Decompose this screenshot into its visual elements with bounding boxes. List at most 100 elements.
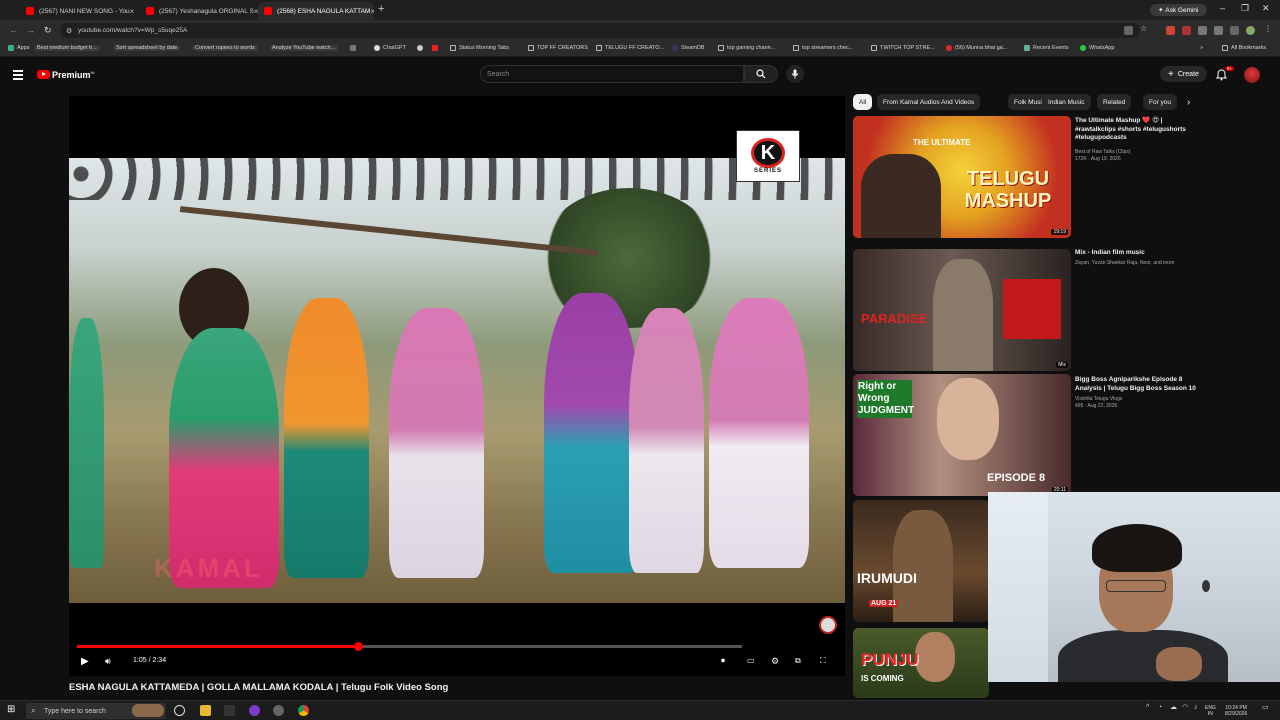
browser-tab-active[interactable]: (2568) ESHA NAGULA KATTAM × [258, 2, 374, 20]
video-frame[interactable]: KAMAL [69, 158, 845, 603]
bookmark-item[interactable]: SteamDB [672, 45, 705, 51]
miniplayer-icon[interactable]: ⧉ [795, 656, 801, 666]
back-icon[interactable]: ← [9, 25, 18, 35]
bookmark-folder[interactable]: top gaming chann... [718, 45, 775, 51]
bookmark-folder[interactable]: Status Morning Tabs [450, 45, 509, 51]
tray-chevron-icon[interactable]: ^ [1146, 704, 1149, 711]
chip-channel[interactable]: From Kamal Audios And Videos [877, 94, 981, 110]
seek-handle[interactable] [354, 642, 364, 651]
fullscreen-icon[interactable]: ⛶ [820, 656, 826, 666]
video-player[interactable]: KAMAL K SERIES ▶ 🔊︎ 1:05 / 2:34 ⏺ ▭ ⚙ ⧉ … [69, 96, 845, 676]
seek-bar[interactable] [77, 642, 742, 651]
new-tab-icon[interactable]: + [378, 3, 384, 15]
wifi-icon[interactable]: ◠ [1182, 704, 1188, 711]
network-icon[interactable]: ◔ [1158, 704, 1162, 711]
recommendation-thumbnail[interactable]: IRUMUDI AUG 21 [853, 500, 989, 622]
file-explorer-icon[interactable] [200, 705, 211, 716]
bookmark-folder[interactable]: TOP FF CREATORS [528, 45, 588, 51]
extension-icon[interactable] [1182, 26, 1191, 35]
hamburger-menu-icon[interactable] [13, 70, 23, 82]
bookmark-star-icon[interactable]: ☆ [1140, 24, 1149, 33]
bookmark-item[interactable]: Recent Events [1024, 45, 1069, 51]
task-view-icon[interactable] [174, 705, 185, 716]
ask-gemini-button[interactable]: ✦ Ask Gemini [1150, 4, 1207, 16]
recommendation-thumbnail[interactable]: THE ULTIMATE TELUGU MASHUP 19:19 [853, 116, 1071, 238]
recommendation-title[interactable]: Bigg Boss Agniparikshe Episode 8 Analysi… [1075, 376, 1203, 393]
bookmark-folder[interactable]: TELUGU FF CREATO... [596, 45, 664, 51]
profile-avatar-icon[interactable] [1246, 26, 1255, 35]
bookmark-item[interactable]: Convert rupees to words [192, 45, 258, 51]
onedrive-icon[interactable]: ☁ [1170, 704, 1177, 711]
recommendation-thumbnail[interactable]: PUNJU IS COMING [853, 628, 989, 698]
app-icon[interactable] [249, 705, 260, 716]
autoplay-toggle-icon[interactable]: ⏺ [721, 656, 725, 666]
search-input[interactable]: Search [480, 65, 744, 83]
clock[interactable]: 10:24 PM 8/29/2026 [1225, 705, 1247, 717]
bookmark-item[interactable]: WhatsApp [1080, 45, 1114, 51]
sidebar-icon[interactable] [1230, 26, 1239, 35]
recommendation-title[interactable]: The Ultimate Mashup ❤️ 😍 | #rawtalkclips… [1075, 117, 1203, 143]
cast-icon[interactable] [1124, 26, 1133, 35]
bookmark-item[interactable]: ChatGPT [374, 45, 406, 51]
more-menu-icon[interactable]: ⋮ [1264, 24, 1273, 33]
bookmark-folder[interactable]: TWITCH TOP STRE... [871, 45, 935, 51]
extensions-puzzle-icon[interactable] [1214, 26, 1223, 35]
notification-center-icon[interactable]: ▭ [1262, 704, 1269, 711]
address-bar[interactable]: ⚙ youtube.com/watch?v=Wp_s5uqe25A [60, 23, 1140, 38]
search-button[interactable] [744, 65, 778, 83]
chip-indian-music[interactable]: Indian Music [1042, 94, 1091, 110]
recommendation-title[interactable]: Mix - Indian film music [1075, 249, 1203, 258]
browser-tab[interactable]: (2567) NANI NEW SONG - You × [20, 2, 140, 20]
minimize-icon[interactable]: – [1220, 3, 1225, 13]
recommendation-thumbnail[interactable]: PARADISE Mix [853, 249, 1071, 371]
bookmarks-overflow-icon[interactable]: » [1200, 45, 1203, 51]
close-icon[interactable]: × [370, 7, 374, 16]
reload-icon[interactable]: ↻ [44, 25, 52, 36]
bookmark-item[interactable]: Sort spreadsheet by date [113, 45, 181, 51]
extension-icon[interactable] [1198, 26, 1207, 35]
channel-name[interactable]: Best of Raw Talks (Clips) [1075, 149, 1203, 156]
bookmark-item[interactable]: (56) Munna bhai ga... [946, 45, 1007, 51]
chrome-icon[interactable] [298, 705, 309, 716]
close-window-icon[interactable]: ✕ [1262, 3, 1270, 14]
restore-icon[interactable]: ❐ [1241, 3, 1249, 14]
bookmark-label: Apps [17, 45, 30, 51]
bookmark-icon-only[interactable] [417, 45, 426, 51]
settings-icon[interactable] [273, 705, 284, 716]
bookmark-apps[interactable]: Apps [8, 45, 30, 51]
settings-gear-icon[interactable]: ⚙ [771, 656, 779, 667]
site-info-icon[interactable]: ⚙ [66, 27, 72, 35]
recommendation-thumbnail[interactable]: Right or Wrong JUDGMENT EPISODE 8 20:11 [853, 374, 1071, 496]
account-avatar[interactable] [1244, 67, 1260, 83]
bookmark-item[interactable]: Best medium budget tr... [34, 45, 100, 51]
play-icon[interactable]: ▶ [81, 656, 89, 667]
weather-widget-icon[interactable] [132, 704, 164, 717]
chip-for-you[interactable]: For you [1143, 94, 1178, 110]
channel-name[interactable]: Zayan, Yuvan Shankar Raja, Noor, and mor… [1075, 260, 1203, 267]
bookmark-icon-only[interactable] [432, 45, 441, 51]
browser-tab[interactable]: (2567) Yeshanagula ORGINAL S × [140, 2, 258, 20]
windows-start-icon[interactable]: ⊞ [7, 704, 18, 715]
bookmark-grid-icon[interactable] [350, 45, 359, 51]
volume-icon[interactable]: 🔊︎ [105, 656, 111, 667]
chip-related[interactable]: Related [1097, 94, 1132, 110]
voice-search-button[interactable] [786, 65, 804, 83]
chip-all[interactable]: All [853, 94, 873, 110]
chevron-right-icon[interactable]: › [1181, 94, 1196, 110]
youtube-logo-icon[interactable] [37, 70, 50, 79]
youtube-premium-logo[interactable]: PremiumIN [52, 70, 95, 80]
create-button[interactable]: + Create [1160, 66, 1207, 82]
all-bookmarks-folder[interactable]: All Bookmarks [1222, 45, 1266, 51]
speaker-icon[interactable]: ♪ [1194, 704, 1198, 711]
bookmark-item[interactable]: Analyze YouTube watch... [269, 45, 339, 51]
channel-name[interactable]: Visishta Telugu Vlogs [1075, 396, 1203, 403]
subtitles-icon[interactable]: ▭ [747, 656, 755, 665]
bookmark-label: ChatGPT [383, 45, 406, 51]
language-indicator[interactable]: ENG IN [1205, 705, 1216, 717]
terminal-icon[interactable] [224, 705, 235, 716]
channel-watermark-icon[interactable] [819, 616, 837, 634]
bookmark-folder[interactable]: top streamers chec... [793, 45, 853, 51]
forward-icon[interactable]: → [26, 25, 35, 35]
close-icon[interactable]: × [130, 7, 135, 16]
extension-icon[interactable] [1166, 26, 1175, 35]
